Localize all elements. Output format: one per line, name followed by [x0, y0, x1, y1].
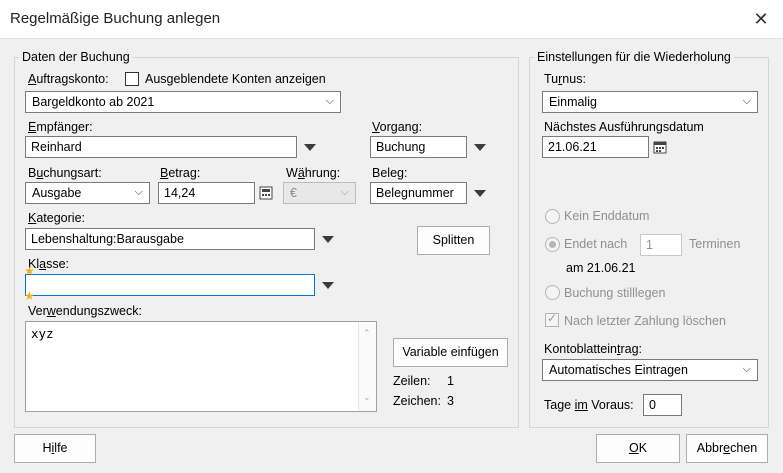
endet-nach-label: Endet nach	[564, 237, 628, 251]
turnus-label: Turnus:	[544, 72, 586, 86]
ok-button[interactable]: OK	[596, 434, 680, 463]
beleg-dropdown-icon[interactable]	[470, 183, 490, 203]
verwendungszweck-textarea[interactable]: xyz	[25, 321, 377, 412]
window-title: Regelmäßige Buchung anlegen	[10, 10, 221, 27]
chevron-down-icon: ⌵	[134, 186, 143, 198]
group-title: Einstellungen für die Wiederholung	[534, 50, 734, 64]
betrag-label: Betrag:	[160, 166, 201, 180]
chevron-down-icon: ⌵	[742, 363, 751, 375]
beleg-label: Beleg:	[372, 166, 408, 180]
verwendungszweck-label: Verwendungszweck:	[28, 304, 142, 318]
kein-enddatum-radio[interactable]	[545, 209, 560, 224]
turnus-select[interactable]: Einmalig ⌵	[542, 91, 758, 113]
beleg-input[interactable]: Belegnummer	[370, 182, 467, 204]
hidden-accounts-label: Ausgeblendete Konten anzeigen	[145, 72, 326, 86]
buchungsart-select[interactable]: Ausgabe ⌵	[25, 182, 150, 204]
tage-label: Tage im Voraus:	[544, 398, 634, 412]
waehrung-label: Währung:	[286, 166, 341, 180]
hilfe-button[interactable]: Hilfe	[14, 434, 96, 463]
calculator-icon[interactable]	[259, 186, 273, 200]
scroll-up-icon[interactable]: ⌃	[363, 328, 371, 339]
empfaenger-label: Empfänger:	[28, 120, 93, 134]
splitten-button[interactable]: Splitten	[417, 226, 490, 255]
kategorie-label: Kategorie:	[28, 211, 85, 225]
abbrechen-button[interactable]: Abbrechen	[686, 434, 768, 463]
star-icon: ★	[24, 289, 35, 303]
calendar-icon[interactable]	[653, 140, 667, 154]
zeichen-value: 3	[447, 394, 454, 408]
kategorie-dropdown-icon[interactable]	[318, 229, 338, 249]
loeschen-label: Nach letzter Zahlung löschen	[564, 314, 726, 328]
empfaenger-input[interactable]: Reinhard	[25, 136, 297, 158]
endet-nach-count-input: 1	[640, 234, 682, 256]
waehrung-select: € ⌵	[283, 182, 356, 204]
endet-nach-radio[interactable]	[545, 237, 560, 252]
group-title: Daten der Buchung	[19, 50, 133, 64]
naechstes-label: Nächstes Ausführungsdatum	[544, 120, 704, 134]
vorgang-dropdown-icon[interactable]	[470, 137, 490, 157]
kontoblatt-label: Kontoblatteintrag:	[544, 342, 643, 356]
chevron-down-icon: ⌵	[742, 95, 751, 107]
end-date-text: am 21.06.21	[566, 261, 636, 275]
klasse-input[interactable]	[25, 274, 315, 296]
loeschen-checkbox[interactable]: ✓	[545, 311, 559, 327]
textarea-scrollbar[interactable]: ⌃ ⌄	[358, 322, 376, 411]
kein-enddatum-label: Kein Enddatum	[564, 209, 650, 223]
variable-einfuegen-button[interactable]: Variable einfügen	[393, 338, 508, 367]
auftragskonto-select[interactable]: Bargeldkonto ab 2021 ⌵	[25, 91, 341, 113]
kategorie-input[interactable]: Lebenshaltung:Barausgabe	[25, 228, 315, 250]
terminen-label: Terminen	[689, 237, 741, 251]
stilllegen-radio[interactable]	[545, 285, 560, 300]
vorgang-input[interactable]: Buchung	[370, 136, 467, 158]
kontoblatt-select[interactable]: Automatisches Eintragen ⌵	[542, 359, 758, 381]
hidden-accounts-checkbox[interactable]	[125, 72, 139, 86]
naechstes-date-input[interactable]: 21.06.21	[542, 136, 649, 158]
chevron-down-icon: ⌵	[325, 95, 334, 107]
verwendungszweck-text: xyz	[31, 326, 54, 341]
auftragskonto-label: Auftragskonto:	[28, 72, 109, 86]
zeilen-value: 1	[447, 374, 454, 388]
vorgang-label: Vorgang:	[372, 120, 423, 134]
buchungsart-label: Buchungsart:	[28, 166, 102, 180]
scroll-down-icon[interactable]: ⌄	[363, 392, 371, 403]
klasse-dropdown-icon[interactable]	[318, 275, 338, 295]
betrag-input[interactable]: 14,24	[158, 182, 255, 204]
tage-input[interactable]: 0	[643, 394, 682, 416]
zeichen-label: Zeichen:	[393, 394, 441, 408]
empfaenger-dropdown-icon[interactable]	[300, 137, 320, 157]
zeilen-label: Zeilen:	[393, 374, 431, 388]
star-icon: ★	[24, 264, 35, 278]
close-icon[interactable]: ✕	[748, 6, 774, 32]
chevron-down-icon: ⌵	[340, 186, 349, 198]
check-icon: ✓	[547, 311, 558, 325]
stilllegen-label: Buchung stilllegen	[564, 286, 666, 300]
